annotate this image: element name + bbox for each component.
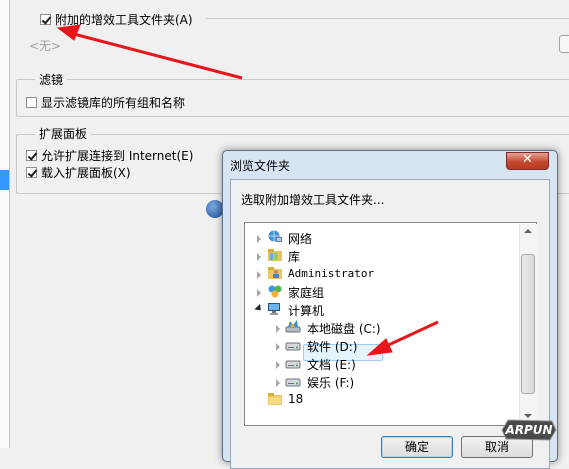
- arrow-head: [56, 24, 81, 41]
- annotation-arrows: [56, 24, 439, 356]
- arrow-to-drive-e: [381, 320, 439, 350]
- watermark-text: ARPUN: [504, 423, 552, 437]
- arrow-head: [366, 338, 393, 356]
- arrow-to-addins-checkbox: [69, 31, 243, 80]
- watermark-logo: ARPUN: [501, 419, 557, 441]
